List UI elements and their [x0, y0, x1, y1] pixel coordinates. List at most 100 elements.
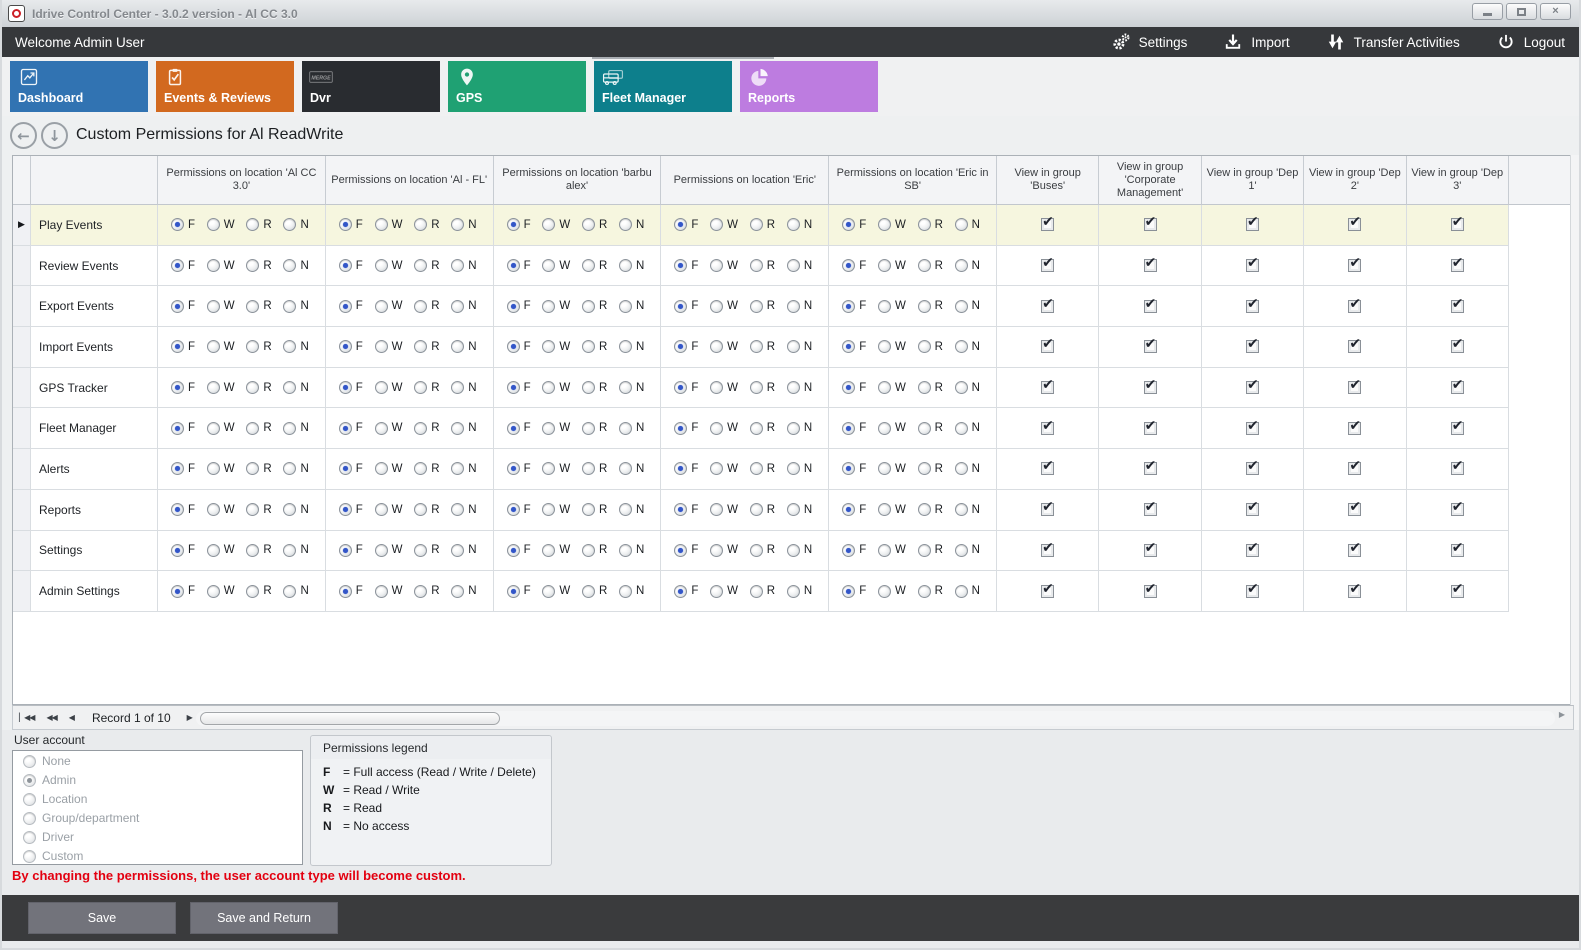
permission-option-r[interactable]: R: [750, 503, 775, 516]
permission-option-n[interactable]: N: [619, 381, 644, 394]
permission-radio[interactable]: [710, 462, 723, 475]
group-checkbox[interactable]: [1348, 462, 1361, 475]
permission-option-w[interactable]: W: [207, 300, 235, 313]
permission-radio[interactable]: [582, 300, 595, 313]
permission-option-w[interactable]: W: [542, 422, 570, 435]
permission-option-r[interactable]: R: [918, 259, 943, 272]
permission-option-n[interactable]: N: [619, 300, 644, 313]
permission-radio[interactable]: [414, 218, 427, 231]
permission-option-n[interactable]: N: [955, 503, 980, 516]
permission-radio[interactable]: [955, 462, 968, 475]
transfer-activities-button[interactable]: Transfer Activities: [1326, 32, 1460, 52]
permission-radio[interactable]: [375, 503, 388, 516]
group-checkbox[interactable]: [1451, 381, 1464, 394]
permission-option-r[interactable]: R: [750, 462, 775, 475]
permission-radio[interactable]: [375, 300, 388, 313]
permission-radio[interactable]: [507, 300, 520, 313]
column-header-group[interactable]: View in group 'Dep 3': [1407, 156, 1509, 205]
permission-radio[interactable]: [582, 340, 595, 353]
permission-option-n[interactable]: N: [283, 544, 308, 557]
permission-radio[interactable]: [750, 340, 763, 353]
permission-radio[interactable]: [542, 503, 555, 516]
permission-radio[interactable]: [674, 544, 687, 557]
tab-fleet-manager[interactable]: Fleet Manager: [594, 61, 732, 112]
permission-option-w[interactable]: W: [207, 340, 235, 353]
permission-option-n[interactable]: N: [955, 300, 980, 313]
column-header-group[interactable]: View in group 'Buses': [997, 156, 1099, 205]
collapse-button[interactable]: ↓: [41, 122, 68, 149]
permission-option-f[interactable]: F: [842, 544, 866, 557]
permission-option-f[interactable]: F: [339, 462, 363, 475]
permission-radio[interactable]: [878, 462, 891, 475]
permission-radio[interactable]: [842, 503, 855, 516]
permission-option-f[interactable]: F: [339, 503, 363, 516]
permission-option-r[interactable]: R: [414, 585, 439, 598]
permission-radio[interactable]: [619, 503, 632, 516]
permission-option-n[interactable]: N: [787, 381, 812, 394]
permission-radio[interactable]: [619, 259, 632, 272]
permission-radio[interactable]: [674, 422, 687, 435]
permission-option-n[interactable]: N: [787, 300, 812, 313]
permission-option-n[interactable]: N: [955, 585, 980, 598]
permission-option-r[interactable]: R: [750, 381, 775, 394]
permission-radio[interactable]: [842, 259, 855, 272]
permission-option-w[interactable]: W: [207, 259, 235, 272]
permission-option-r[interactable]: R: [918, 462, 943, 475]
permission-option-f[interactable]: F: [339, 544, 363, 557]
permission-radio[interactable]: [619, 585, 632, 598]
permission-option-w[interactable]: W: [710, 503, 738, 516]
permission-option-n[interactable]: N: [955, 340, 980, 353]
permission-option-r[interactable]: R: [582, 503, 607, 516]
column-header-location[interactable]: Permissions on location 'barbu alex': [494, 156, 662, 205]
permission-option-n[interactable]: N: [283, 340, 308, 353]
permission-option-f[interactable]: F: [507, 585, 531, 598]
permission-option-r[interactable]: R: [414, 218, 439, 231]
permission-option-w[interactable]: W: [878, 218, 906, 231]
group-checkbox[interactable]: [1246, 462, 1259, 475]
permission-option-w[interactable]: W: [878, 259, 906, 272]
permission-radio[interactable]: [842, 218, 855, 231]
permission-radio[interactable]: [339, 259, 352, 272]
group-checkbox[interactable]: [1041, 381, 1054, 394]
permission-option-n[interactable]: N: [451, 503, 476, 516]
permission-option-r[interactable]: R: [582, 544, 607, 557]
permission-option-f[interactable]: F: [339, 300, 363, 313]
group-checkbox[interactable]: [1451, 585, 1464, 598]
permission-radio[interactable]: [619, 340, 632, 353]
logout-button[interactable]: Logout: [1496, 32, 1565, 52]
permission-option-n[interactable]: N: [619, 585, 644, 598]
permission-option-r[interactable]: R: [414, 259, 439, 272]
permission-option-f[interactable]: F: [842, 422, 866, 435]
permission-option-f[interactable]: F: [507, 340, 531, 353]
permission-radio[interactable]: [955, 218, 968, 231]
permission-radio[interactable]: [207, 381, 220, 394]
permission-radio[interactable]: [918, 340, 931, 353]
permission-radio[interactable]: [246, 300, 259, 313]
permission-radio[interactable]: [375, 259, 388, 272]
column-header-group[interactable]: View in group 'Dep 2': [1304, 156, 1406, 205]
group-checkbox[interactable]: [1246, 381, 1259, 394]
permission-radio[interactable]: [451, 544, 464, 557]
permission-radio[interactable]: [674, 218, 687, 231]
permission-radio[interactable]: [750, 585, 763, 598]
permission-radio[interactable]: [750, 544, 763, 557]
hscroll-thumb[interactable]: [200, 712, 500, 725]
permission-radio[interactable]: [918, 422, 931, 435]
permission-option-n[interactable]: N: [451, 300, 476, 313]
permission-option-w[interactable]: W: [878, 340, 906, 353]
permission-radio[interactable]: [878, 503, 891, 516]
group-checkbox[interactable]: [1041, 503, 1054, 516]
permission-option-w[interactable]: W: [542, 340, 570, 353]
tab-gps[interactable]: GPS: [448, 61, 586, 112]
permission-option-f[interactable]: F: [339, 422, 363, 435]
permission-option-r[interactable]: R: [582, 340, 607, 353]
permission-option-r[interactable]: R: [918, 585, 943, 598]
permission-radio[interactable]: [619, 300, 632, 313]
permission-radio[interactable]: [542, 381, 555, 394]
permission-option-w[interactable]: W: [710, 462, 738, 475]
permission-radio[interactable]: [674, 381, 687, 394]
permission-option-r[interactable]: R: [246, 585, 271, 598]
permission-option-n[interactable]: N: [787, 503, 812, 516]
permission-option-f[interactable]: F: [674, 544, 698, 557]
permission-radio[interactable]: [207, 503, 220, 516]
